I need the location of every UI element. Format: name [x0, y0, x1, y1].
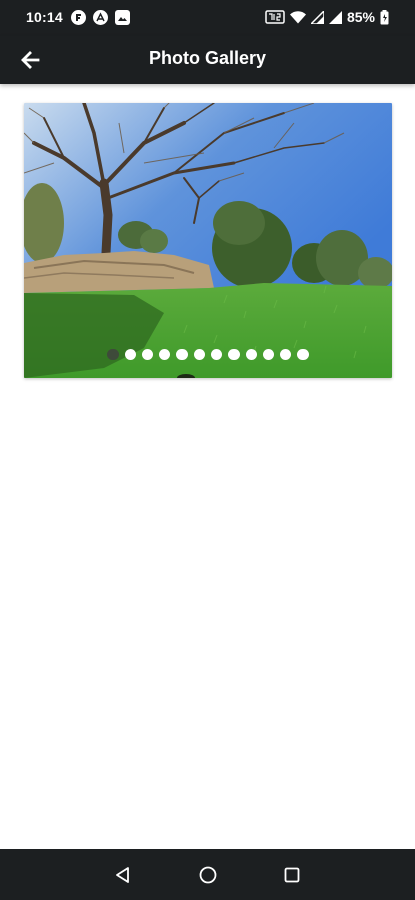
notification-icons [71, 10, 130, 25]
carousel-dot[interactable] [124, 348, 136, 360]
system-status-icons: 85% [265, 9, 389, 25]
carousel-dot[interactable] [228, 348, 240, 360]
app-bar: Photo Gallery [0, 36, 415, 84]
carousel-dot[interactable] [141, 348, 154, 360]
signal-icon [328, 10, 342, 24]
system-nav-bar [0, 849, 415, 900]
carousel-dot[interactable] [193, 348, 205, 360]
carousel-dot[interactable] [280, 348, 292, 360]
wifi-icon [289, 10, 306, 23]
battery-percent: 85% [346, 9, 375, 25]
battery-icon [380, 9, 389, 24]
home-circle-icon [199, 866, 217, 884]
carousel-dot[interactable] [176, 348, 188, 360]
photo-carousel[interactable] [24, 103, 392, 378]
carousel-dot[interactable] [107, 348, 119, 360]
carousel-dot[interactable] [297, 348, 309, 360]
page-title: Photo Gallery [148, 48, 267, 68]
back-triangle-icon [116, 867, 129, 883]
carousel-indicators [24, 348, 392, 360]
carousel-dot[interactable] [262, 348, 275, 360]
status-bar: 10:14 85% [0, 0, 415, 36]
status-time: 10:14 [26, 9, 63, 25]
carousel-dot[interactable] [159, 348, 171, 360]
recents-square-icon [284, 867, 300, 883]
nfc-icon [265, 10, 285, 24]
nav-home-button[interactable] [195, 862, 221, 888]
carousel-dot[interactable] [245, 348, 257, 360]
gallery-icon [115, 10, 130, 25]
carousel-dot[interactable] [211, 348, 223, 360]
nav-back-button[interactable] [110, 862, 136, 888]
gallery-photo [24, 103, 392, 378]
app-store-icon [93, 10, 108, 25]
signal-icon [310, 10, 324, 24]
flipboard-icon [71, 10, 86, 25]
nav-recents-button[interactable] [279, 862, 305, 888]
